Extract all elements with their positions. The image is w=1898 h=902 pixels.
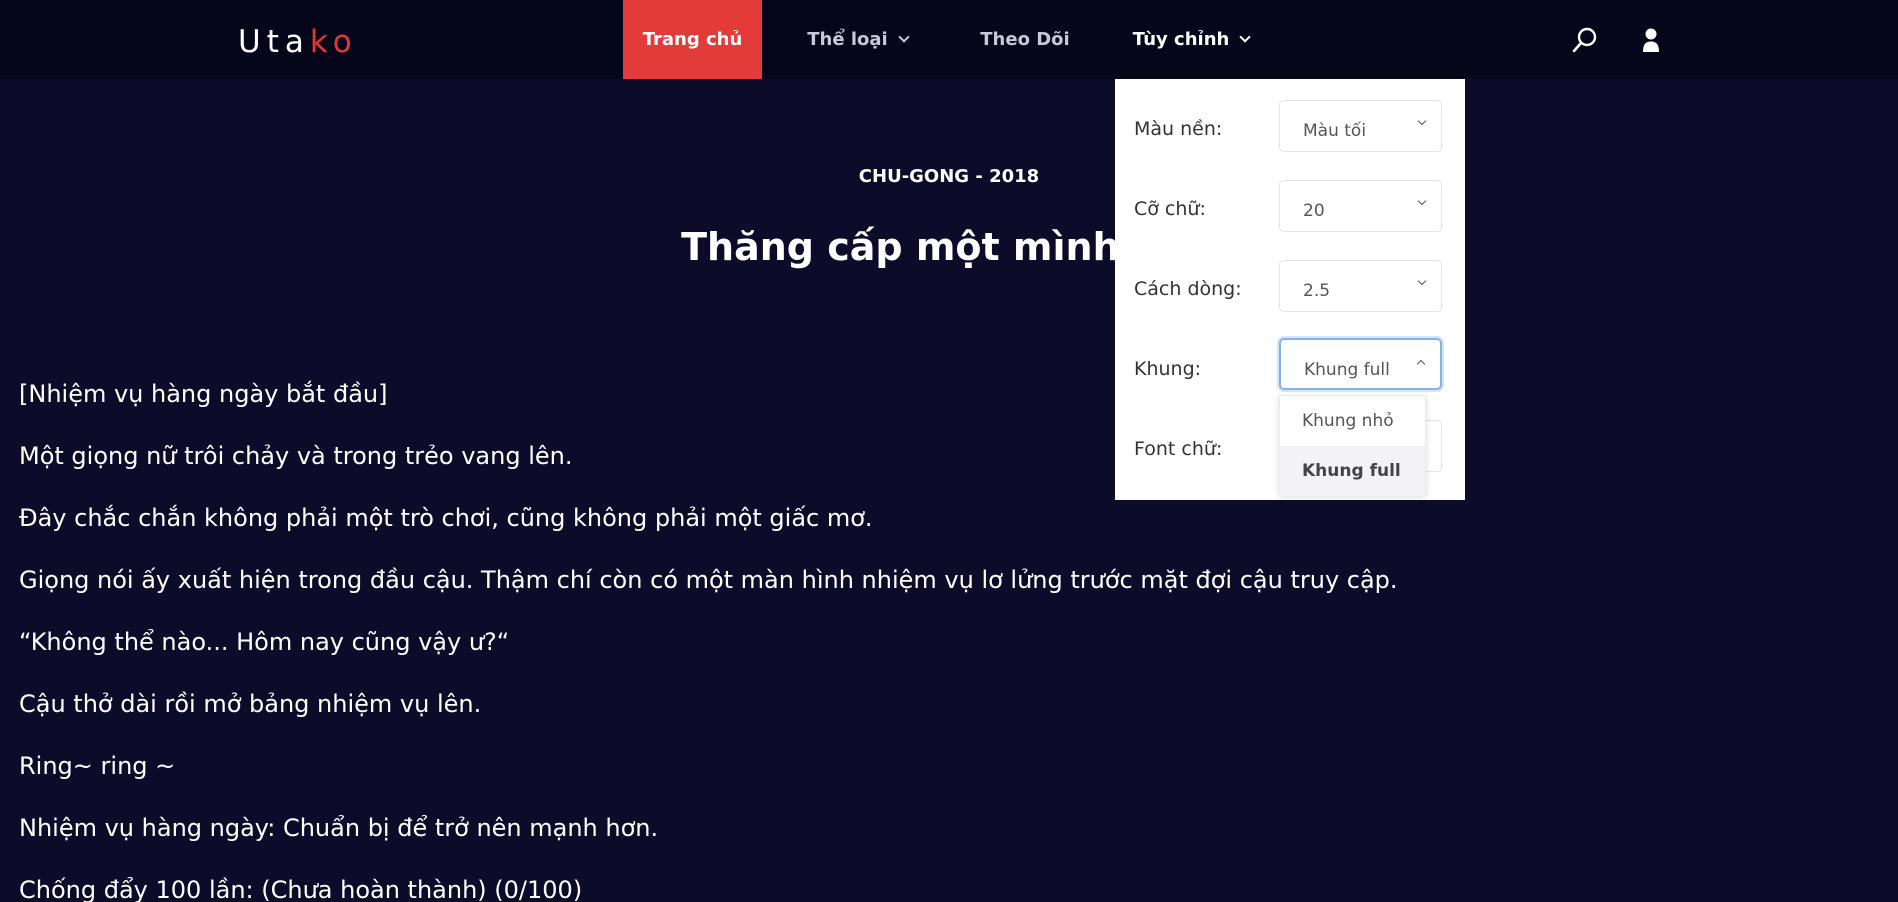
top-navbar: Utako Trang chủ Thể loại Theo Dõi Tùy ch…: [0, 0, 1898, 79]
chevron-down-icon: [1417, 196, 1427, 206]
logo-text-3: o: [332, 24, 358, 60]
line-height-value: 2.5: [1303, 281, 1331, 301]
frame-option-full[interactable]: Khung full: [1280, 446, 1425, 496]
nav-customize[interactable]: Tùy chỉnh: [1126, 0, 1256, 79]
paragraph: Cậu thở dài rồi mở bảng nhiệm vụ lên.: [19, 690, 482, 718]
nav-home[interactable]: Trang chủ: [623, 0, 762, 79]
font-size-label: Cỡ chữ:: [1134, 198, 1206, 220]
frame-select[interactable]: Khung full: [1279, 338, 1442, 390]
chevron-down-icon: [1239, 31, 1251, 43]
reading-settings-panel: Màu nền: Màu tối Cỡ chữ: 20 Cách dòng: 2…: [1115, 79, 1465, 500]
frame-options-list: Khung nhỏ Khung full: [1279, 395, 1426, 496]
logo-text-1: Uta: [238, 24, 310, 60]
background-select[interactable]: Màu tối: [1279, 100, 1442, 152]
font-label: Font chữ:: [1134, 438, 1223, 460]
nav-customize-label: Tùy chỉnh: [1132, 29, 1230, 50]
paragraph: Giọng nói ấy xuất hiện trong đầu cậu. Th…: [19, 566, 1398, 594]
font-size-select[interactable]: 20: [1279, 180, 1442, 232]
background-label: Màu nền:: [1134, 118, 1223, 140]
font-size-value: 20: [1303, 201, 1325, 221]
chevron-down-icon: [898, 31, 910, 43]
search-icon[interactable]: [1569, 24, 1601, 56]
frame-option-small[interactable]: Khung nhỏ: [1280, 396, 1425, 446]
paragraph: Ring~ ring ~: [19, 752, 176, 780]
paragraph: Một giọng nữ trôi chảy và trong trẻo van…: [19, 442, 573, 470]
nav-following[interactable]: Theo Dõi: [970, 0, 1080, 79]
chevron-down-icon: [1417, 116, 1427, 126]
chapter-content: [Nhiệm vụ hàng ngày bắt đầu] Một giọng n…: [19, 376, 1879, 902]
paragraph: Chống đẩy 100 lần: (Chưa hoàn thành) (0/…: [19, 876, 583, 902]
nav-home-label: Trang chủ: [642, 29, 743, 50]
paragraph: “Không thể nào... Hôm nay cũng vậy ư?“: [19, 628, 510, 656]
line-height-select[interactable]: 2.5: [1279, 260, 1442, 312]
frame-label: Khung:: [1134, 358, 1202, 380]
nav-genres[interactable]: Thể loại: [790, 0, 925, 79]
chevron-down-icon: [1417, 276, 1427, 286]
chevron-up-icon: [1416, 359, 1426, 369]
chapter-title: Thăng cấp một mình - Ch: [681, 225, 1217, 269]
site-logo[interactable]: Utako: [238, 24, 358, 60]
chapter-source: CHU-GONG - 2018: [858, 166, 1040, 187]
nav-following-label: Theo Dõi: [980, 29, 1070, 50]
logo-text-accent: k: [309, 24, 333, 60]
background-value: Màu tối: [1303, 121, 1367, 141]
nav-genres-label: Thể loại: [807, 29, 888, 50]
paragraph: Nhiệm vụ hàng ngày: Chuẩn bị để trở nên …: [19, 814, 659, 842]
frame-value: Khung full: [1304, 360, 1390, 380]
line-height-label: Cách dòng:: [1134, 278, 1242, 300]
paragraph: [Nhiệm vụ hàng ngày bắt đầu]: [19, 380, 388, 408]
paragraph: Đây chắc chắn không phải một trò chơi, c…: [19, 504, 873, 532]
user-icon[interactable]: [1635, 24, 1667, 56]
